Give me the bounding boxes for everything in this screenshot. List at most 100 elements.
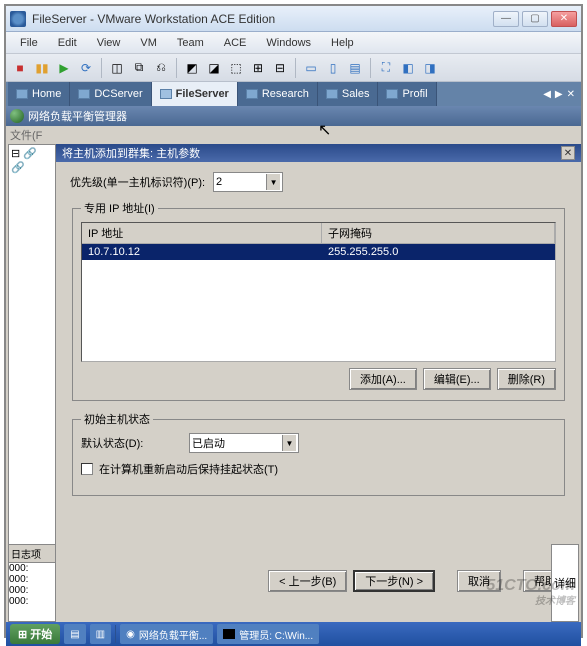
- nlb-app-icon: [10, 109, 24, 123]
- window-title: FileServer - VMware Workstation ACE Edit…: [32, 12, 493, 26]
- tool-icon-1[interactable]: ◩: [182, 58, 202, 78]
- edit-button[interactable]: 编辑(E)...: [423, 368, 491, 390]
- guest-taskbar: ⊞ 开始 ▤ ▥ ◉ 网络负载平衡... 管理员: C:\Win...: [6, 622, 581, 646]
- cluster-tree[interactable]: ⊟ 🔗 🔗: [8, 144, 56, 604]
- start-button[interactable]: ⊞ 开始: [10, 624, 60, 644]
- titlebar: FileServer - VMware Workstation ACE Edit…: [6, 6, 581, 32]
- dialog-title-text: 将主机添加到群集: 主机参数: [62, 145, 200, 161]
- view-icon-1[interactable]: ▭: [301, 58, 321, 78]
- mask-cell: 255.255.255.0: [322, 244, 555, 260]
- tab-profile[interactable]: Profil: [378, 82, 436, 106]
- menu-vm[interactable]: VM: [130, 34, 167, 52]
- snapshot-icon[interactable]: ◫: [107, 58, 127, 78]
- initial-host-state-fieldset: 初始主机状态 默认状态(D): 已启动 ▼ 在计算机重新启动后保持挂起状态(T): [72, 411, 565, 496]
- default-state-value: 已启动: [192, 435, 225, 451]
- fullscreen-icon[interactable]: ⛶: [376, 58, 396, 78]
- tab-label: FileServer: [176, 88, 229, 100]
- close-button[interactable]: ✕: [551, 11, 577, 27]
- pause-icon[interactable]: ▮▮: [32, 58, 52, 78]
- menu-edit[interactable]: Edit: [48, 34, 87, 52]
- menu-help[interactable]: Help: [321, 34, 364, 52]
- dialog-body: 优先级(单一主机标识符)(P): 2 ▼ 专用 IP 地址(I) IP 地址 子…: [56, 162, 581, 560]
- tab-home[interactable]: Home: [8, 82, 70, 106]
- quick-launch[interactable]: ▤: [64, 624, 85, 644]
- vm-icon: [78, 89, 90, 99]
- windows-logo-icon: ⊞: [18, 628, 27, 641]
- priority-label: 优先级(单一主机标识符)(P):: [70, 174, 205, 190]
- tab-sales[interactable]: Sales: [318, 82, 379, 106]
- taskbar-nlb[interactable]: ◉ 网络负载平衡...: [120, 624, 213, 644]
- maximize-button[interactable]: ▢: [522, 11, 548, 27]
- dialog-close-button[interactable]: ✕: [561, 146, 575, 160]
- tab-label: Sales: [342, 88, 370, 100]
- chevron-down-icon: ▼: [282, 435, 296, 451]
- ip-cell: 10.7.10.12: [82, 244, 322, 260]
- home-icon: [16, 89, 28, 99]
- back-button[interactable]: < 上一步(B): [268, 570, 347, 592]
- remove-button[interactable]: 删除(R): [497, 368, 556, 390]
- power-off-icon[interactable]: ■: [10, 58, 30, 78]
- menu-view[interactable]: View: [87, 34, 131, 52]
- init-legend: 初始主机状态: [81, 411, 153, 427]
- tab-label: Research: [262, 88, 309, 100]
- vm-icon: [386, 89, 398, 99]
- quickswitch-icon[interactable]: ◨: [420, 58, 440, 78]
- minimize-button[interactable]: —: [493, 11, 519, 27]
- tab-dcserver[interactable]: DCServer: [70, 82, 151, 106]
- revert-icon[interactable]: ⎌: [151, 58, 171, 78]
- toolbar: ■ ▮▮ ▶ ⟳ ◫ ⧉ ⎌ ◩ ◪ ⬚ ⊞ ⊟ ▭ ▯ ▤ ⛶ ◧ ◨: [6, 54, 581, 82]
- tab-fileserver[interactable]: FileServer: [152, 82, 238, 106]
- play-icon[interactable]: ▶: [54, 58, 74, 78]
- snapshot-manager-icon[interactable]: ⧉: [129, 58, 149, 78]
- col-mask-header[interactable]: 子网掩码: [322, 223, 555, 243]
- cancel-button[interactable]: 取消: [457, 570, 501, 592]
- view-icon-3[interactable]: ▤: [345, 58, 365, 78]
- tool-icon-2[interactable]: ◪: [204, 58, 224, 78]
- log-line: 000:: [9, 574, 55, 585]
- tool-icon-3[interactable]: ⬚: [226, 58, 246, 78]
- next-button[interactable]: 下一步(N) >: [353, 570, 435, 592]
- add-button[interactable]: 添加(A)...: [349, 368, 417, 390]
- unity-icon[interactable]: ◧: [398, 58, 418, 78]
- tool-icon-5[interactable]: ⊟: [270, 58, 290, 78]
- taskbar-label: 管理员: C:\Win...: [239, 627, 313, 642]
- priority-dropdown[interactable]: 2 ▼: [213, 172, 283, 192]
- tab-label: DCServer: [94, 88, 142, 100]
- ip-listbox[interactable]: IP 地址 子网掩码 10.7.10.12 255.255.255.0: [81, 222, 556, 362]
- log-line: 000:: [9, 585, 55, 596]
- tree-child[interactable]: 🔗: [11, 161, 53, 175]
- log-panel[interactable]: 日志项 000: 000: 000: 000:: [8, 544, 56, 622]
- retain-checkbox[interactable]: [81, 463, 93, 475]
- tab-scroll-left-icon[interactable]: ◀: [543, 89, 551, 100]
- nlb-title: 网络负载平衡管理器: [28, 108, 127, 124]
- detail-panel-label[interactable]: 详细: [551, 544, 579, 622]
- quick-launch[interactable]: ▥: [90, 624, 111, 644]
- cmd-icon: [223, 629, 235, 639]
- vmware-app-icon: [10, 11, 26, 27]
- taskbar-cmd[interactable]: 管理员: C:\Win...: [217, 624, 319, 644]
- menu-team[interactable]: Team: [167, 34, 214, 52]
- tab-scroll-right-icon[interactable]: ▶: [555, 89, 563, 100]
- tab-close-icon[interactable]: ✕: [567, 89, 575, 100]
- log-header: 日志项: [9, 545, 55, 563]
- vm-icon: [326, 89, 338, 99]
- default-state-dropdown[interactable]: 已启动 ▼: [189, 433, 299, 453]
- col-ip-header[interactable]: IP 地址: [82, 223, 322, 243]
- view-icon-2[interactable]: ▯: [323, 58, 343, 78]
- vm-icon: [160, 89, 172, 99]
- menu-windows[interactable]: Windows: [256, 34, 321, 52]
- dedicated-ip-fieldset: 专用 IP 地址(I) IP 地址 子网掩码 10.7.10.12 255.25…: [72, 200, 565, 401]
- priority-value: 2: [216, 176, 222, 188]
- menu-ace[interactable]: ACE: [214, 34, 257, 52]
- nlb-menu-file[interactable]: 文件(F: [10, 127, 42, 143]
- tool-icon-4[interactable]: ⊞: [248, 58, 268, 78]
- tab-research[interactable]: Research: [238, 82, 318, 106]
- menu-bar: File Edit View VM Team ACE Windows Help: [6, 32, 581, 54]
- reset-icon[interactable]: ⟳: [76, 58, 96, 78]
- menu-file[interactable]: File: [10, 34, 48, 52]
- tab-label: Profil: [402, 88, 427, 100]
- log-line: 000:: [9, 596, 55, 607]
- retain-checkbox-label[interactable]: 在计算机重新启动后保持挂起状态(T): [99, 461, 278, 477]
- tree-root[interactable]: ⊟ 🔗: [11, 147, 53, 161]
- ip-row-selected[interactable]: 10.7.10.12 255.255.255.0: [82, 244, 555, 260]
